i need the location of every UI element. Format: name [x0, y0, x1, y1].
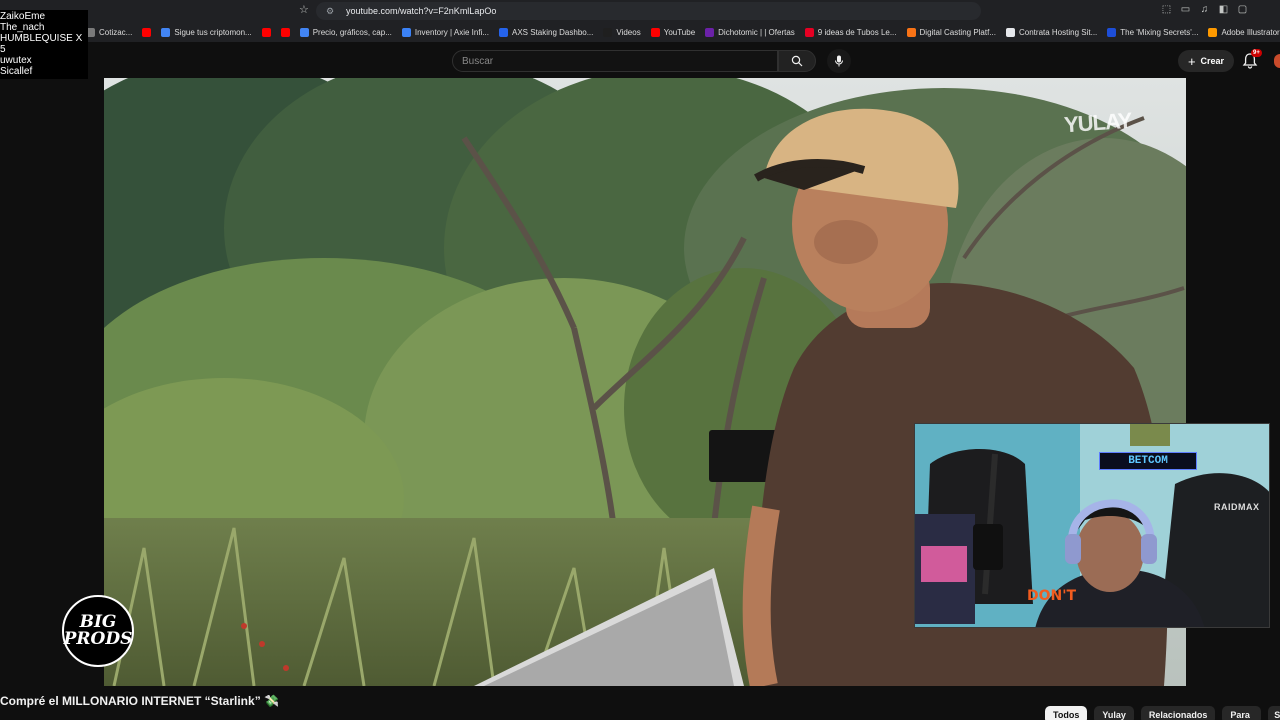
youtube-header: Buscar + Crear 9+: [0, 42, 1280, 78]
filter-chip[interactable]: Yulay: [1094, 706, 1134, 720]
bookmark-item[interactable]: Adobe Illustrator CC...: [1208, 27, 1280, 37]
bookmark-favicon-icon: [261, 27, 271, 37]
webcam-scene: DON'T: [915, 424, 1269, 627]
chair-brand-label: RAIDMAX: [1214, 502, 1260, 512]
split-view-icon[interactable]: ◧: [1217, 3, 1230, 16]
bookmark-label: Precio, gráficos, cap...: [312, 27, 392, 37]
bookmark-label: Sigue tus criptomon...: [174, 27, 252, 37]
bookmark-favicon-icon: [401, 27, 411, 37]
bookmark-label: Videos: [616, 27, 641, 37]
bookmark-favicon-icon: [1208, 27, 1218, 37]
logo-line-2: PRODS: [63, 629, 133, 649]
plus-icon: +: [1187, 53, 1196, 69]
filter-chip[interactable]: Relacionados: [1140, 706, 1216, 720]
bookmark-label: AXS Staking Dashbo...: [512, 27, 594, 37]
channel-row[interactable]: [0, 714, 220, 720]
bookmark-item[interactable]: Contrata Hosting Sit...: [1006, 27, 1098, 37]
bookmark-label: Dichotomic | | Ofertas: [718, 27, 795, 37]
overlay-name: Sicallef: [0, 66, 33, 77]
neon-sign: BETCOM: [1099, 452, 1197, 470]
bookmark-item[interactable]: The 'Mixing Secrets'...: [1107, 27, 1199, 37]
extensions-icon[interactable]: ⬚: [1160, 3, 1173, 16]
bookmark-label: The 'Mixing Secrets'...: [1120, 27, 1199, 37]
sidebar-icon[interactable]: ▭: [1179, 3, 1192, 16]
filter-chip[interactable]: Todos: [1045, 706, 1088, 720]
bookmark-favicon-icon: [650, 27, 660, 37]
bookmark-item[interactable]: 9 ideas de Tubos Le...: [804, 27, 897, 37]
create-button[interactable]: + Crear: [1178, 50, 1234, 72]
search-placeholder: Buscar: [462, 55, 494, 67]
video-watermark: YULAY: [1063, 107, 1133, 138]
browser-extensions: ⬚ ▭ ♫ ◧ ▢: [1160, 3, 1249, 16]
bookmark-label: Digital Casting Platf...: [919, 27, 996, 37]
bookmark-item[interactable]: [142, 27, 152, 37]
video-title: Compré el MILLONARIO INTERNET “Starlink”…: [0, 694, 279, 708]
create-label: Crear: [1200, 56, 1225, 66]
svg-text:DON'T: DON'T: [1027, 588, 1077, 604]
bookmark-favicon-icon: [142, 27, 152, 37]
overlay-name: uwutex: [0, 55, 32, 66]
bookmark-favicon-icon: [705, 27, 715, 37]
bookmark-item[interactable]: Sigue tus criptomon...: [161, 27, 252, 37]
bookmark-item[interactable]: Videos: [603, 27, 641, 37]
url-text: youtube.com/watch?v=F2nKmlLapOo: [346, 6, 497, 16]
bookmark-favicon-icon: [906, 27, 916, 37]
bookmark-favicon-icon: [1107, 27, 1117, 37]
overlay-name: ZaikoEme: [0, 11, 46, 22]
overlay-name: HUMBLEQUISE X 5: [0, 33, 83, 55]
overlay-name: The_nach: [0, 22, 45, 33]
media-icon[interactable]: ♫: [1198, 3, 1211, 16]
bookmark-item[interactable]: AXS Staking Dashbo...: [499, 27, 594, 37]
bookmark-item[interactable]: Precio, gráficos, cap...: [299, 27, 392, 37]
bookmark-label: Contrata Hosting Sit...: [1019, 27, 1098, 37]
big-prods-logo: BIG PRODS: [62, 595, 134, 667]
notification-badge: 9+: [1251, 49, 1262, 57]
bookmarks-bar: Cotizac... Sigue tus criptomon... Precio, …: [0, 22, 1280, 42]
voice-search-button[interactable]: [827, 49, 851, 73]
bookmark-item[interactable]: YouTube: [650, 27, 696, 37]
browser-toolbar: ☆ ⚙ youtube.com/watch?v=F2nKmlLapOo ⬚ ▭ …: [0, 0, 1280, 22]
search-input[interactable]: Buscar: [452, 50, 778, 72]
filter-chip[interactable]: S: [1268, 706, 1280, 720]
bookmark-favicon-icon: [499, 27, 508, 37]
microphone-icon: [835, 55, 843, 67]
bookmark-favicon-icon: [1006, 27, 1015, 37]
bookmark-favicon-icon: [603, 27, 613, 37]
streamer-webcam: DON'T BETCOM RAIDMAX: [914, 423, 1270, 628]
bookmark-label: Cotizac...: [99, 27, 133, 37]
bookmark-label: YouTube: [663, 27, 696, 37]
related-filter-chips: Todos Yulay Relacionados Para ti S: [1045, 706, 1280, 720]
bookmark-favicon-icon: [804, 27, 814, 37]
address-bar[interactable]: ⚙ youtube.com/watch?v=F2nKmlLapOo: [316, 2, 981, 20]
search-button[interactable]: [778, 50, 816, 72]
bookmark-star-icon[interactable]: ☆: [299, 4, 311, 16]
bookmark-label: Adobe Illustrator CC...: [1221, 27, 1280, 37]
bookmark-item[interactable]: Cotizac...: [86, 27, 133, 37]
bookmark-favicon-icon: [161, 27, 171, 37]
bookmark-favicon-icon: [299, 27, 309, 37]
bookmark-item[interactable]: Dichotomic | | Ofertas: [705, 27, 795, 37]
bookmark-item[interactable]: Digital Casting Platf...: [906, 27, 996, 37]
bookmark-item[interactable]: [280, 27, 290, 37]
bookmark-item[interactable]: Inventory | Axie Infi...: [401, 27, 489, 37]
bookmark-label: Inventory | Axie Infi...: [414, 27, 489, 37]
avatar[interactable]: [1274, 54, 1280, 68]
bookmark-label: 9 ideas de Tubos Le...: [817, 27, 897, 37]
window-icon[interactable]: ▢: [1236, 3, 1249, 16]
stream-overlay-names: ZaikoEme The_nach HUMBLEQUISE X 5 uwutex Sic…: [0, 10, 88, 79]
bookmark-item[interactable]: [261, 27, 271, 37]
site-info-icon[interactable]: ⚙: [326, 6, 336, 16]
filter-chip[interactable]: Para ti: [1222, 706, 1262, 720]
search-icon: [791, 55, 803, 67]
bookmark-favicon-icon: [280, 27, 290, 37]
